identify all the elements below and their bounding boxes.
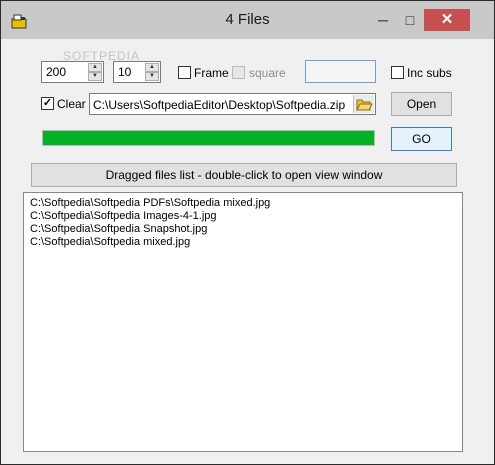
count-spinner[interactable]: 10 ▲ ▼ bbox=[113, 61, 161, 83]
spin-down-button[interactable]: ▼ bbox=[88, 72, 102, 81]
list-item[interactable]: C:\Softpedia\Softpedia Snapshot.jpg bbox=[24, 223, 462, 236]
dragged-list-button[interactable]: Dragged files list - double-click to ope… bbox=[31, 163, 457, 187]
count-spinner-value: 10 bbox=[118, 65, 132, 79]
size-spinner-value: 200 bbox=[46, 65, 67, 79]
spin-up-button[interactable]: ▲ bbox=[145, 63, 159, 72]
file-list-items: C:\Softpedia\Softpedia PDFs\Softpedia mi… bbox=[24, 193, 462, 249]
progress-bar bbox=[42, 130, 375, 146]
folder-open-icon bbox=[356, 99, 373, 111]
size-spinner[interactable]: 200 ▲ ▼ bbox=[41, 61, 104, 83]
extra-input[interactable] bbox=[305, 60, 376, 83]
inc-subs-label: Inc subs bbox=[407, 66, 452, 80]
frame-label: Frame bbox=[194, 66, 229, 80]
go-button[interactable]: GO bbox=[391, 127, 452, 151]
frame-checkbox[interactable] bbox=[178, 66, 191, 79]
progress-fill bbox=[43, 131, 374, 145]
app-icon bbox=[11, 14, 27, 29]
path-input[interactable]: C:\Users\SoftpediaEditor\Desktop\Softped… bbox=[89, 93, 376, 115]
clear-checkbox[interactable]: ✓ bbox=[41, 97, 54, 110]
minimize-button[interactable]: ─ bbox=[370, 9, 396, 31]
title-bar[interactable]: 4 Files ─ □ ✕ bbox=[1, 1, 494, 39]
file-list[interactable]: C:\Softpedia\Softpedia PDFs\Softpedia mi… bbox=[23, 192, 463, 452]
app-window: 4 Files ─ □ ✕ SOFTPEDIA 200 ▲ ▼ 10 ▲ ▼ F… bbox=[0, 0, 495, 465]
maximize-button[interactable]: □ bbox=[397, 9, 423, 31]
spin-up-button[interactable]: ▲ bbox=[88, 63, 102, 72]
close-button[interactable]: ✕ bbox=[424, 9, 470, 31]
spin-arrows-icon[interactable]: ▲ ▼ bbox=[145, 63, 159, 81]
list-item[interactable]: C:\Softpedia\Softpedia PDFs\Softpedia mi… bbox=[24, 197, 462, 210]
clear-label: Clear bbox=[57, 97, 86, 111]
client-area: SOFTPEDIA 200 ▲ ▼ 10 ▲ ▼ Frame square In… bbox=[9, 39, 486, 457]
square-label: square bbox=[249, 66, 286, 80]
list-item[interactable]: C:\Softpedia\Softpedia Images-4-1.jpg bbox=[24, 210, 462, 223]
square-checkbox[interactable] bbox=[232, 66, 245, 79]
list-item[interactable]: C:\Softpedia\Softpedia mixed.jpg bbox=[24, 236, 462, 249]
spin-arrows-icon[interactable]: ▲ ▼ bbox=[88, 63, 102, 81]
path-value: C:\Users\SoftpediaEditor\Desktop\Softped… bbox=[93, 98, 346, 112]
open-button[interactable]: Open bbox=[391, 92, 452, 116]
spin-down-button[interactable]: ▼ bbox=[145, 72, 159, 81]
inc-subs-checkbox[interactable] bbox=[391, 66, 404, 79]
browse-button[interactable] bbox=[353, 95, 374, 113]
